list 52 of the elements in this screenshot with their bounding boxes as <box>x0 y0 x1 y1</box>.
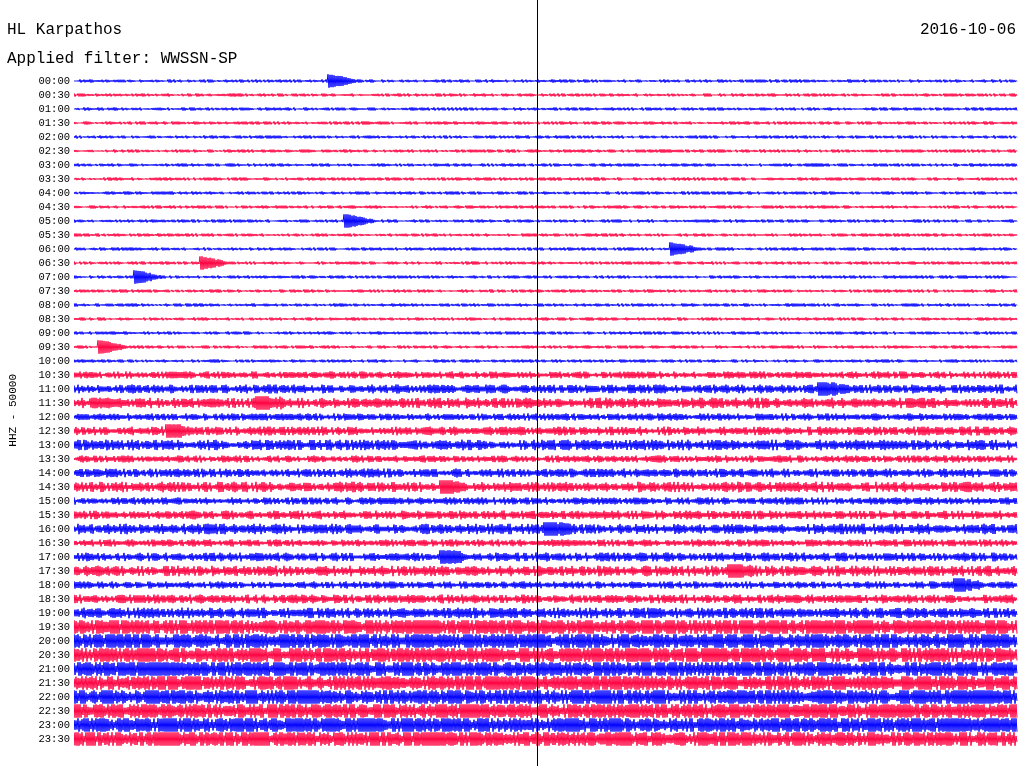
time-label: 11:00 <box>37 382 71 396</box>
time-label: 09:30 <box>37 340 71 354</box>
time-label: 02:30 <box>37 144 71 158</box>
filter-label: Applied filter: WWSSN-SP <box>6 49 239 69</box>
time-label: 13:00 <box>37 438 71 452</box>
axis-label: HHZ - 50000 <box>7 373 19 447</box>
time-label: 13:30 <box>37 452 71 466</box>
time-label: 10:30 <box>37 368 71 382</box>
time-label: 17:00 <box>37 550 71 564</box>
time-label: 06:00 <box>37 242 71 256</box>
time-label: 12:30 <box>37 424 71 438</box>
time-label: 08:30 <box>37 312 71 326</box>
time-label: 22:00 <box>37 690 71 704</box>
time-label: 04:30 <box>37 200 71 214</box>
time-label: 03:30 <box>37 172 71 186</box>
date-label: 2016-10-06 <box>920 20 1016 40</box>
time-label: 00:30 <box>37 88 71 102</box>
time-label: 12:00 <box>37 410 71 424</box>
time-label: 18:00 <box>37 578 71 592</box>
time-label: 02:00 <box>37 130 71 144</box>
time-label: 07:30 <box>37 284 71 298</box>
time-label: 23:30 <box>37 732 71 746</box>
time-label: 22:30 <box>37 704 71 718</box>
time-label: 18:30 <box>37 592 71 606</box>
time-label: 19:00 <box>37 606 71 620</box>
time-label: 11:30 <box>37 396 71 410</box>
time-label: 20:00 <box>37 634 71 648</box>
time-label: 21:00 <box>37 662 71 676</box>
time-label: 10:00 <box>37 354 71 368</box>
time-label: 20:30 <box>37 648 71 662</box>
time-label: 09:00 <box>37 326 71 340</box>
time-label: 07:00 <box>37 270 71 284</box>
time-label: 15:30 <box>37 508 71 522</box>
time-label: 14:00 <box>37 466 71 480</box>
time-label: 03:00 <box>37 158 71 172</box>
time-label: 23:00 <box>37 718 71 732</box>
time-label: 00:00 <box>37 74 71 88</box>
time-label: 21:30 <box>37 676 71 690</box>
time-label: 08:00 <box>37 298 71 312</box>
time-label: 04:00 <box>37 186 71 200</box>
time-label: 06:30 <box>37 256 71 270</box>
time-label: 05:30 <box>37 228 71 242</box>
time-label: 16:30 <box>37 536 71 550</box>
station-title: HL Karpathos <box>7 20 123 40</box>
time-label: 05:00 <box>37 214 71 228</box>
time-label: 14:30 <box>37 480 71 494</box>
time-label: 15:00 <box>37 494 71 508</box>
time-label: 17:30 <box>37 564 71 578</box>
time-label: 01:30 <box>37 116 71 130</box>
time-label: 19:30 <box>37 620 71 634</box>
time-label: 16:00 <box>37 522 71 536</box>
time-label: 01:00 <box>37 102 71 116</box>
